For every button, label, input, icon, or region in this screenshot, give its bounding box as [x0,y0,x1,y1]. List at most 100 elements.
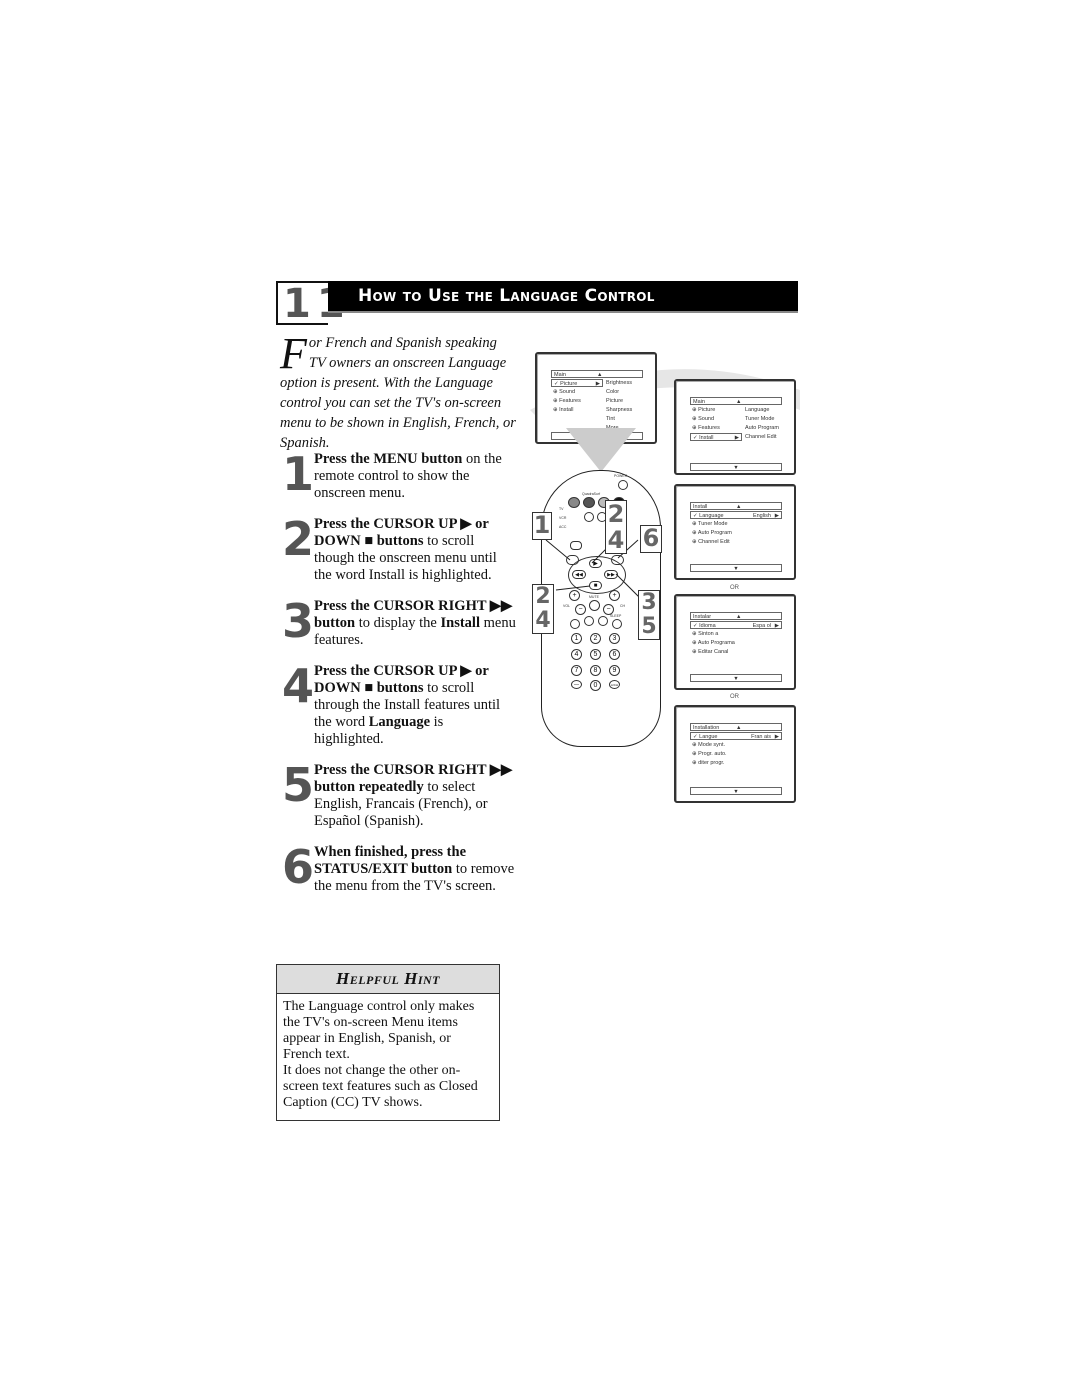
menu-item-selected: ✓ Install ▶ [690,433,742,441]
step-6: 6 When finished, press the STATUS/EXIT b… [280,844,516,895]
step-instruction: Press the MENU button [314,451,463,467]
tv-screen-install-spanish: Instalar ▲ ✓ Idioma Espa ol ▶ ⊕ Sinton a ⊕ … [674,594,796,690]
callout-number: 2 [535,584,551,609]
step-instruction: Press the CURSOR RIGHT ▶▶ button repeate… [314,762,513,795]
step-number: 6 [282,840,315,894]
step-number: 3 [282,594,315,648]
step-1: 1 Press the MENU button on the remote co… [280,451,516,502]
submenu-item: Channel Edit [745,434,777,440]
menu-item: ⊕ Progr. auto. [692,751,727,757]
menu-item-selected: ✓ Language English ▶ [690,511,782,519]
step-number: 5 [282,758,315,812]
step-2: 2 Press the CURSOR UP ▶ or DOWN ■ button… [280,516,516,584]
menu-header: Instalar ▲ [690,612,782,620]
menu-item: ⊕ Picture [692,407,716,413]
callout-number: 3 [641,590,657,615]
quadrasurf-label: QuadraSurf [582,492,601,496]
step-5: 5 Press the CURSOR RIGHT ▶▶ button repea… [280,762,516,830]
menu-item: ⊕ Install [553,407,574,413]
menu-item: ⊕ Auto Program [692,530,732,536]
step-4: 4 Press the CURSOR UP ▶ or DOWN ■ button… [280,663,516,748]
menu-item: ⊕ Sound [553,389,576,395]
submenu-item: Color [606,389,620,395]
menu-item: ⊕ Sound [692,416,715,422]
digit-2-button[interactable]: 2 [590,633,601,644]
submenu-item: Language [745,407,770,413]
down-arrow-icon: ▼ [733,566,739,572]
menu-item: ⊕ Channel Edit [692,539,730,545]
digit-0-button[interactable]: 0 [590,680,601,691]
power-label: POWER [614,474,628,478]
hint-title: Helpful Hint [277,965,499,994]
step-3: 3 Press the CURSOR RIGHT ▶▶ button to di… [280,598,516,649]
menu-item: ⊕ diter progr. [692,760,725,766]
callout-step-2-4-left: 2 4 [532,584,554,634]
page-title: How to Use the Language Control [358,286,655,306]
submenu-item: Tuner Mode [745,416,775,422]
step-keyword: Language [368,714,431,730]
sleep-button[interactable] [612,619,622,629]
digit-4-button[interactable]: 4 [571,649,582,660]
menu-footer: ▼ [690,463,782,471]
intro-paragraph: For French and Spanish speaking TV owner… [280,332,516,453]
right-arrow-icon: ▶ [595,381,600,387]
hint-text-2: It does not change the other on-screen t… [283,1063,478,1110]
dash-button[interactable]: — [571,680,582,689]
callout-step-1: 1 [532,511,552,540]
callout-number: 4 [607,526,625,554]
digit-6-button[interactable]: 6 [609,649,620,660]
step-number: 1 [282,447,315,501]
menu-item: ⊕ Features [553,398,581,404]
submenu-item: Auto Program [745,425,779,431]
alt-ch-button[interactable]: A/CH [609,680,620,689]
down-arrow-icon: ▼ [733,465,739,471]
menu-header: Install ▲ [690,502,782,510]
callout-number: 5 [641,614,657,639]
right-arrow-icon: ▶ [774,513,779,519]
down-arrow-icon: ▼ [733,789,739,795]
menu-header: Installation ▲ [690,723,782,731]
menu-item: ⊕ Auto Programa [692,640,735,646]
callout-number: 2 [607,500,625,528]
up-arrow-icon: ▲ [597,372,603,378]
menu-header: Main ▲ [690,397,782,405]
callout-step-3-5: 3 5 [638,590,660,640]
remote-beam [566,428,636,472]
menu-header: Main ▲ [551,370,643,378]
menu-item: ⊕ Tuner Mode [692,521,728,527]
down-arrow-icon: ▼ [733,676,739,682]
helpful-hint-box: Helpful Hint The Language control only m… [276,964,500,1121]
callout-number: 4 [535,608,551,633]
menu-footer: ▼ [690,787,782,795]
digit-3-button[interactable]: 3 [609,633,620,644]
menu-item-selected: ✓ Picture ▶ [551,379,603,387]
menu-item-selected: ✓ Langue Fran ais ▶ [690,732,782,740]
digit-7-button[interactable]: 7 [571,665,582,676]
submenu-item: Sharpness [606,407,633,413]
digit-8-button[interactable]: 8 [590,665,601,676]
tv-screen-install-french: Installation ▲ ✓ Langue Fran ais ▶ ⊕ Mode s… [674,705,796,803]
menu-item-selected: ✓ Idioma Espa ol ▶ [690,621,782,629]
menu-footer: ▼ [690,674,782,682]
up-arrow-icon: ▲ [736,725,742,731]
callout-step-6: 6 [640,525,662,553]
status-button[interactable] [570,619,580,629]
right-arrow-icon: ▶ [774,734,779,740]
right-arrow-icon: ▶ [734,435,739,441]
digit-5-button[interactable]: 5 [590,649,601,660]
up-arrow-icon: ▲ [736,504,742,510]
callout-step-2-4: 2 4 [605,500,627,554]
step-detail: to display the [355,615,441,631]
menu-item: ⊕ Sinton a [692,631,719,637]
digit-9-button[interactable]: 9 [609,665,620,676]
menu-item: ⊕ Editar Canal [692,649,729,655]
step-instruction: When finished, press the STATUS/EXIT but… [314,844,467,877]
power-button[interactable] [618,480,628,490]
up-arrow-icon: ▲ [736,399,742,405]
tv-screen-install-english: Install ▲ ✓ Language English ▶ ⊕ Tuner Mode… [674,484,796,580]
digit-1-button[interactable]: 1 [571,633,582,644]
step-number: 4 [282,659,315,713]
or-label: OR [730,694,739,700]
menu-footer: ▼ [690,564,782,572]
step-keyword: Install [440,615,481,631]
